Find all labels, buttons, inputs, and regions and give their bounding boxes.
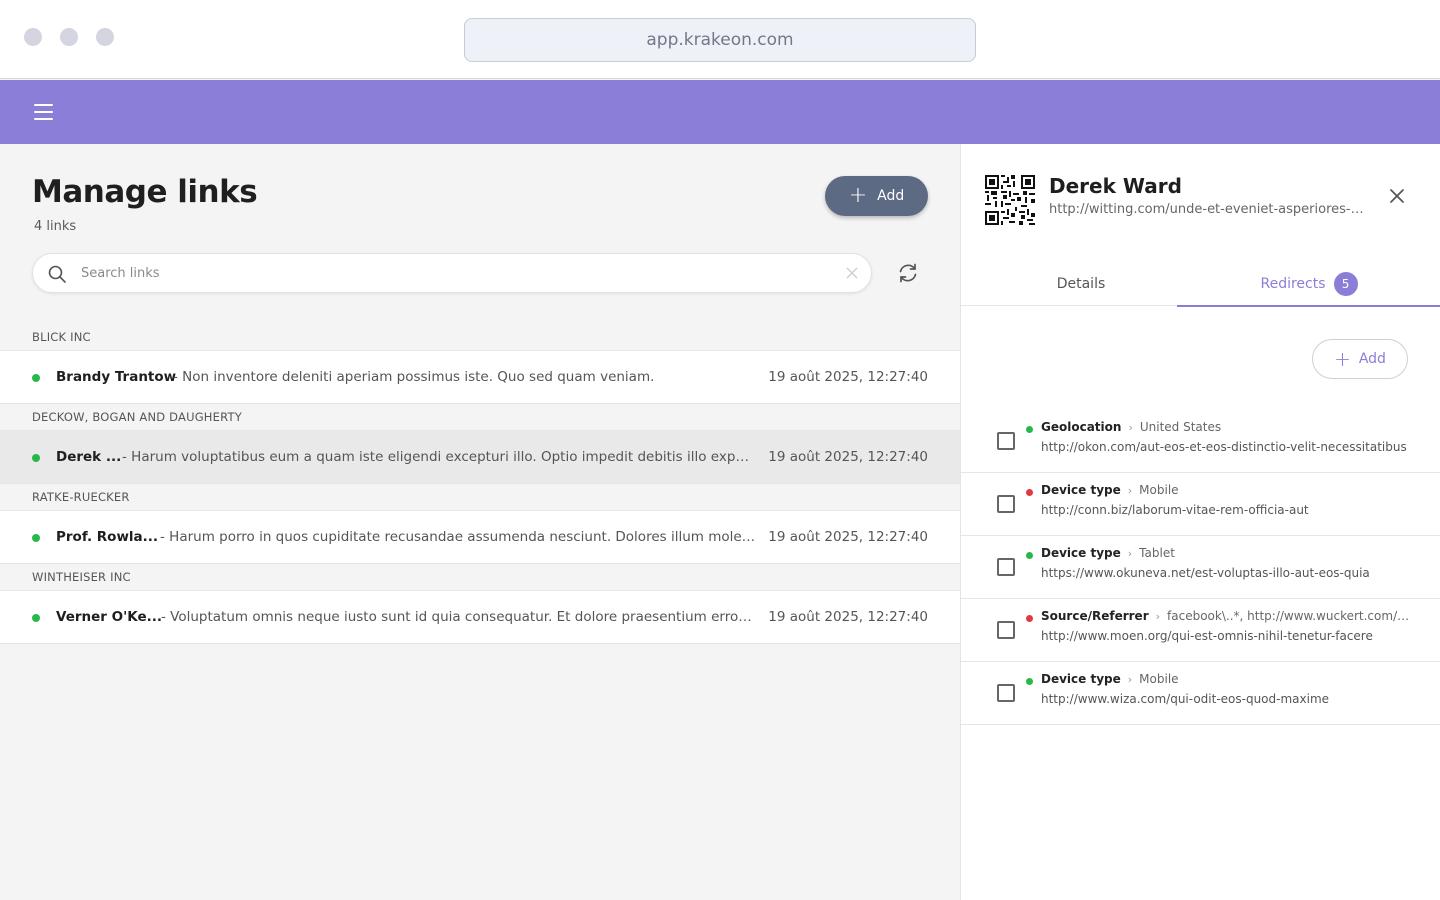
redirect-type: Geolocation — [1041, 420, 1122, 434]
window-maximize-dot[interactable] — [96, 28, 114, 46]
redirect-checkbox[interactable] — [997, 621, 1015, 639]
redirect-value: United States — [1139, 420, 1222, 434]
redirect-value: facebook\..*, http://www.wuckert.com/vel… — [1167, 609, 1411, 623]
redirect-checkbox[interactable] — [997, 684, 1015, 702]
redirect-item[interactable]: Geolocation › United States http://okon.co… — [961, 410, 1440, 473]
browser-chrome: app.krakeon.com — [0, 0, 1440, 79]
redirect-value: Mobile — [1139, 672, 1179, 686]
link-date: 19 août 2025, 12:27:40 — [768, 449, 928, 465]
link-description: - Non inventore deleniti aperiam possimu… — [173, 369, 655, 385]
add-link-label: Add — [877, 188, 905, 204]
link-detail-panel: Derek Ward http://witting.com/unde-et-ev… — [960, 144, 1440, 900]
redirect-type: Device type — [1041, 672, 1121, 686]
status-dot — [1026, 615, 1033, 622]
status-dot — [1026, 552, 1033, 559]
redirect-item[interactable]: Device type › Tablet https://www.okuneva.n… — [961, 536, 1440, 599]
redirect-checkbox[interactable] — [997, 432, 1015, 450]
tab-label: Redirects — [1260, 275, 1326, 292]
add-redirect-label: Add — [1358, 351, 1386, 367]
link-description: - Harum porro in quos cupiditate recusan… — [160, 529, 758, 545]
add-link-button[interactable]: + Add — [825, 176, 928, 216]
status-dot — [1026, 489, 1033, 496]
chevron-right-icon: › — [1128, 421, 1133, 434]
link-date: 19 août 2025, 12:27:40 — [768, 609, 928, 625]
hamburger-menu-icon[interactable] — [34, 104, 53, 120]
redirect-type: Device type — [1041, 483, 1121, 497]
link-row[interactable]: Verner O'Ke... - Voluptatum omnis neque … — [0, 590, 960, 644]
status-dot — [1026, 426, 1033, 433]
redirect-value: Tablet — [1139, 546, 1175, 560]
redirects-count-badge: 5 — [1333, 271, 1358, 296]
plus-icon: + — [848, 183, 868, 208]
status-dot — [1026, 678, 1033, 685]
chevron-right-icon: › — [1155, 610, 1161, 623]
link-description: - Voluptatum omnis neque iusto sunt id q… — [161, 609, 755, 625]
search-icon — [48, 265, 66, 283]
redirect-url: http://www.wiza.com/qui-odit-eos-quod-ma… — [1041, 692, 1330, 706]
status-dot — [32, 614, 40, 622]
link-date: 19 août 2025, 12:27:40 — [768, 369, 928, 385]
detail-title: Derek Ward — [1049, 174, 1182, 198]
redirect-item[interactable]: Source/Referrer › facebook\..*, http://www… — [961, 599, 1440, 662]
group-header: DECKOW, BOGAN AND DAUGHERTY — [32, 410, 242, 424]
plus-icon: + — [1334, 347, 1351, 371]
search-box — [32, 253, 872, 293]
status-dot — [32, 534, 40, 542]
redirect-url: http://conn.biz/laborum-vitae-rem-offici… — [1041, 503, 1309, 517]
page-title: Manage links — [32, 174, 258, 210]
tab-label: Details — [1056, 276, 1106, 292]
redirect-url: http://okon.com/aut-eos-et-eos-distincti… — [1041, 440, 1407, 454]
redirect-item[interactable]: Device type › Mobile http://www.wiza.com/q… — [961, 662, 1440, 725]
chevron-right-icon: › — [1127, 673, 1133, 686]
detail-url[interactable]: http://witting.com/unde-et-eveniet-asper… — [1049, 202, 1369, 217]
redirect-checkbox[interactable] — [997, 558, 1015, 576]
tab-redirects[interactable]: Redirects 5 — [1177, 262, 1440, 307]
link-row[interactable]: Prof. Rowla... - Harum porro in quos cup… — [0, 510, 960, 564]
chevron-right-icon: › — [1127, 484, 1133, 497]
app-bar — [0, 80, 1440, 144]
redirect-checkbox[interactable] — [997, 495, 1015, 513]
chevron-right-icon: › — [1127, 547, 1133, 560]
links-count: 4 links — [34, 219, 77, 234]
close-icon[interactable] — [1389, 188, 1405, 204]
link-name: Prof. Rowla... — [56, 529, 159, 545]
add-redirect-button[interactable]: + Add — [1312, 339, 1408, 379]
redirect-url: https://www.okuneva.net/est-voluptas-ill… — [1041, 566, 1370, 580]
link-date: 19 août 2025, 12:27:40 — [768, 529, 928, 545]
detail-tabs: Details Redirects 5 — [961, 262, 1440, 307]
refresh-icon[interactable] — [896, 261, 920, 285]
redirect-url: http://www.moen.org/qui-est-omnis-nihil-… — [1041, 629, 1373, 643]
redirect-type: Source/Referrer — [1041, 609, 1149, 623]
link-name: Verner O'Ke... — [56, 609, 163, 625]
address-bar-url: app.krakeon.com — [646, 30, 794, 50]
status-dot — [32, 374, 40, 382]
redirect-value: Mobile — [1139, 483, 1179, 497]
status-dot — [32, 454, 40, 462]
window-minimize-dot[interactable] — [60, 28, 78, 46]
tab-details[interactable]: Details — [961, 262, 1201, 306]
redirect-type: Device type — [1041, 546, 1121, 560]
link-name: Brandy Trantow — [56, 369, 177, 385]
group-header: BLICK INC — [32, 330, 91, 344]
window-close-dot[interactable] — [24, 28, 42, 46]
redirect-item[interactable]: Device type › Mobile http://conn.biz/labor… — [961, 473, 1440, 536]
address-bar[interactable]: app.krakeon.com — [464, 18, 976, 62]
links-panel: Manage links 4 links + Add BLICK INC Bra… — [0, 144, 960, 900]
group-header: RATKE-RUECKER — [32, 490, 130, 504]
clear-search-icon[interactable] — [845, 266, 859, 280]
link-row[interactable]: Brandy Trantow - Non inventore deleniti … — [0, 350, 960, 404]
link-description: - Harum voluptatibus eum a quam iste eli… — [122, 449, 756, 465]
qr-code-icon[interactable] — [985, 175, 1035, 225]
search-input[interactable] — [81, 254, 821, 292]
link-row-selected[interactable]: Derek ... - Harum voluptatibus eum a qua… — [0, 430, 960, 484]
group-header: WINTHEISER INC — [32, 570, 131, 584]
link-name: Derek ... — [56, 449, 122, 465]
